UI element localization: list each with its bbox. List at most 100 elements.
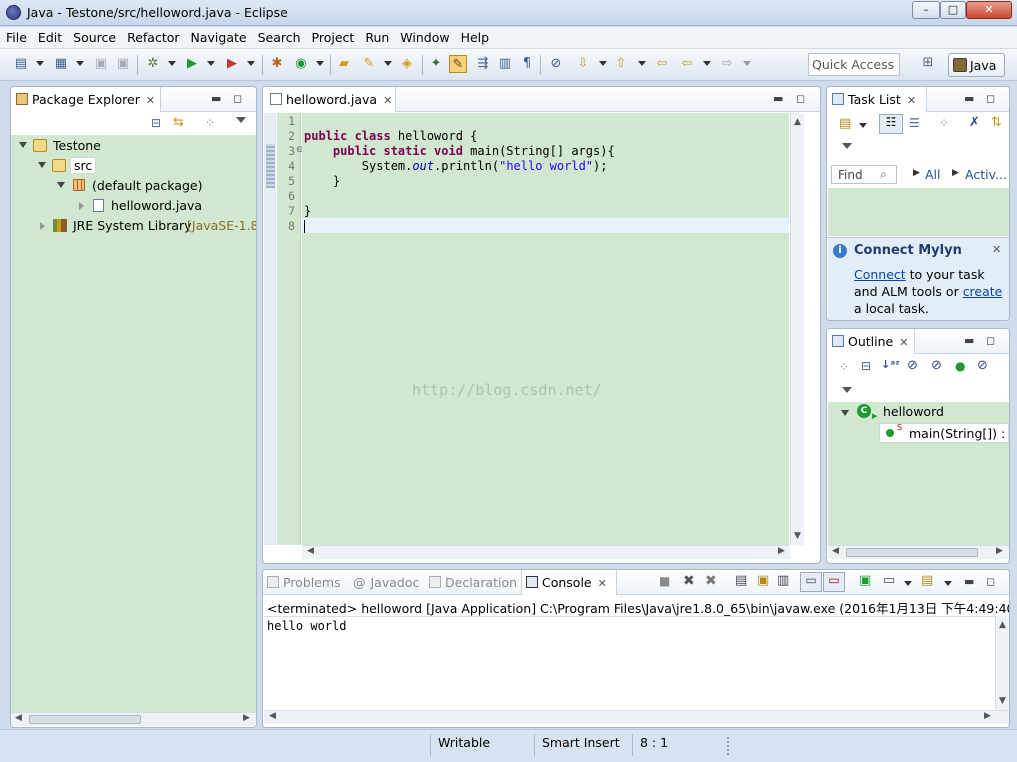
- tree-item-src[interactable]: src: [11, 156, 256, 176]
- scroll-lock-icon[interactable]: ▣: [757, 573, 769, 588]
- open-console-icon[interactable]: ▤: [921, 573, 933, 588]
- word-wrap-icon[interactable]: ▥: [496, 55, 514, 73]
- tree-item-project[interactable]: Testone: [11, 136, 256, 156]
- tab-outline[interactable]: Outline ✕: [827, 329, 915, 354]
- tree-item-helloword-java[interactable]: helloword.java: [11, 196, 256, 216]
- all-link[interactable]: All: [925, 167, 941, 182]
- close-icon[interactable]: ✕: [992, 243, 1001, 256]
- word-wrap-icon[interactable]: ▥: [777, 573, 789, 588]
- scroll-right-icon[interactable]: ▶: [778, 546, 785, 556]
- synchronize-icon[interactable]: ⇅: [991, 115, 1002, 130]
- menu-window[interactable]: Window: [394, 27, 454, 48]
- outline-horizontal-scrollbar[interactable]: ◀ ▶: [828, 545, 1009, 559]
- next-annotation-dropdown-icon[interactable]: [599, 61, 607, 66]
- external-tools-dropdown-icon[interactable]: [247, 61, 255, 66]
- expanded-arrow-icon[interactable]: [841, 410, 849, 416]
- tab-task-list[interactable]: Task List ✕: [827, 87, 927, 112]
- scroll-right-icon[interactable]: ▶: [996, 546, 1003, 556]
- remove-launch-icon[interactable]: ✖: [683, 573, 695, 589]
- quick-access-input[interactable]: Quick Access: [808, 53, 900, 76]
- run-icon[interactable]: ▶: [183, 55, 201, 73]
- view-dropdown-icon[interactable]: [842, 387, 852, 393]
- scrollbar-thumb[interactable]: [29, 715, 141, 724]
- menu-project[interactable]: Project: [306, 27, 360, 48]
- code-area[interactable]: public class helloword { public static v…: [302, 113, 789, 545]
- scroll-up-icon[interactable]: ▲: [794, 117, 801, 127]
- scroll-right-icon[interactable]: ▶: [984, 711, 991, 721]
- tab-helloword-java[interactable]: helloword.java ✕: [263, 87, 396, 112]
- maximize-view-icon[interactable]: ◻: [233, 92, 242, 105]
- previous-annotation-icon[interactable]: ⇧: [612, 55, 630, 73]
- terminate-icon[interactable]: ■: [659, 574, 670, 588]
- forward-icon[interactable]: ⇨: [718, 55, 736, 73]
- minimize-button[interactable]: –: [912, 1, 940, 19]
- maximize-view-icon[interactable]: ◻: [986, 334, 995, 347]
- tab-problems[interactable]: Problems: [267, 570, 349, 595]
- new-java-package-icon[interactable]: ✱: [268, 55, 286, 73]
- console-vertical-scrollbar[interactable]: ▲ ▼: [995, 616, 1009, 710]
- close-icon[interactable]: ✕: [598, 577, 607, 590]
- menu-navigate[interactable]: Navigate: [185, 27, 252, 48]
- hide-fields-icon[interactable]: ⊘: [907, 358, 918, 373]
- create-link[interactable]: create: [963, 284, 1003, 299]
- wizard-dropdown-icon[interactable]: [76, 61, 84, 66]
- search-icon[interactable]: ◈: [398, 55, 416, 73]
- view-menu-icon[interactable]: ⁘: [205, 116, 215, 130]
- new-icon[interactable]: ▤: [12, 55, 30, 73]
- console-horizontal-scrollbar[interactable]: ◀ ▶: [264, 710, 1009, 724]
- maximize-view-icon[interactable]: ◻: [986, 92, 995, 105]
- scheduled-icon[interactable]: ☰: [909, 116, 920, 130]
- console-output-area[interactable]: hello world: [264, 616, 995, 710]
- task-list-area[interactable]: [828, 188, 1009, 236]
- scroll-left-icon[interactable]: ◀: [269, 711, 276, 721]
- activate-link[interactable]: Activ...: [965, 167, 1007, 182]
- hide-non-public-icon[interactable]: ●: [955, 359, 965, 373]
- menu-file[interactable]: File: [0, 27, 32, 48]
- new-wizard-icon[interactable]: ▦: [52, 55, 70, 73]
- scroll-left-icon[interactable]: ◀: [307, 546, 314, 556]
- open-console-dropdown-icon[interactable]: [944, 581, 952, 586]
- new-dropdown-icon[interactable]: [36, 61, 44, 66]
- insert-mode-status[interactable]: Smart Insert: [542, 735, 620, 750]
- menu-source[interactable]: Source: [67, 27, 121, 48]
- menu-run[interactable]: Run: [359, 27, 394, 48]
- open-task-icon[interactable]: ✎: [360, 55, 378, 73]
- show-on-error-icon[interactable]: ▭: [823, 572, 845, 592]
- minimize-view-icon[interactable]: ▬: [964, 334, 974, 347]
- previous-annotation-dropdown-icon[interactable]: [638, 61, 646, 66]
- block-selection-icon[interactable]: ⇶: [474, 55, 492, 73]
- maximize-button[interactable]: □: [940, 1, 966, 19]
- link-with-editor-icon[interactable]: ⇆: [173, 115, 184, 130]
- close-icon[interactable]: ✕: [907, 94, 916, 107]
- scroll-left-icon[interactable]: ◀: [15, 713, 22, 723]
- task-dropdown-icon[interactable]: [384, 61, 392, 66]
- sort-icon[interactable]: ↓ᵃᶻ: [881, 358, 900, 371]
- skip-breakpoints-icon[interactable]: ⊘: [547, 55, 565, 73]
- debug-icon[interactable]: ✲: [144, 55, 162, 73]
- back-icon[interactable]: ⇦: [678, 55, 696, 73]
- menu-help[interactable]: Help: [455, 27, 495, 48]
- scroll-up-icon[interactable]: ▲: [999, 620, 1006, 630]
- expanded-arrow-icon[interactable]: [19, 142, 27, 148]
- open-type-icon[interactable]: ▰: [335, 55, 353, 73]
- next-annotation-icon[interactable]: ⇩: [574, 55, 592, 73]
- collapse-all-icon[interactable]: ⊟: [861, 359, 871, 373]
- show-on-output-icon[interactable]: ▭: [800, 572, 822, 592]
- outline-class-label[interactable]: helloword: [883, 404, 944, 419]
- minimize-view-icon[interactable]: ▬: [964, 575, 974, 588]
- new-task-dropdown-icon[interactable]: [859, 123, 867, 128]
- new-java-class-icon[interactable]: ◉: [292, 55, 310, 73]
- forward-dropdown-icon[interactable]: [743, 61, 751, 66]
- collapsed-arrow-icon[interactable]: [79, 202, 84, 210]
- scroll-right-icon[interactable]: ▶: [243, 713, 250, 723]
- editor-vertical-scrollbar[interactable]: ▲ ▼: [790, 113, 804, 545]
- show-whitespace-icon[interactable]: ¶: [518, 55, 536, 73]
- scroll-down-icon[interactable]: ▼: [794, 531, 801, 541]
- search-icon[interactable]: ⌕: [880, 167, 887, 182]
- clear-console-icon[interactable]: ▤: [735, 573, 747, 588]
- tab-console[interactable]: Console ✕: [521, 570, 617, 595]
- minimize-view-icon[interactable]: ▬: [211, 92, 221, 105]
- outline-method-row[interactable]: S main(String[]) : vc: [879, 423, 1009, 443]
- display-console-icon[interactable]: ▭: [883, 573, 895, 588]
- tab-javadoc[interactable]: @ Javadoc: [353, 570, 428, 595]
